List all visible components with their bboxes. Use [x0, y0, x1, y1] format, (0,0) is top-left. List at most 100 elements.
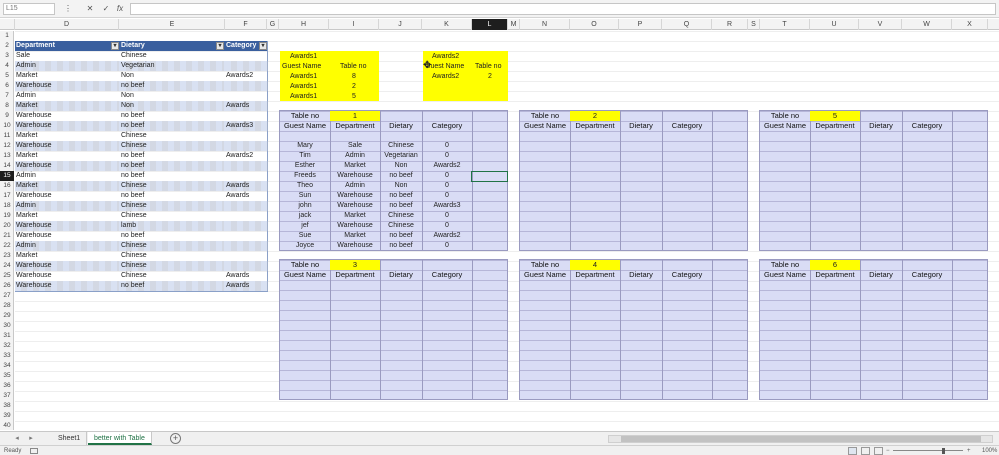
department-cell[interactable]: Warehouse	[15, 261, 119, 271]
row-header-7[interactable]: 7	[0, 91, 14, 101]
table-row[interactable]: Market Chinese	[15, 131, 267, 141]
table-row[interactable]: Market Chinese Awards	[15, 181, 268, 191]
row-header-21[interactable]: 21	[0, 231, 14, 241]
department-cell[interactable]: Sale	[330, 141, 380, 151]
guest-row[interactable]: Joyce Warehouse no beef 0	[280, 241, 472, 251]
department-cell[interactable]: Warehouse	[330, 191, 380, 201]
category-cell[interactable]: 0	[422, 241, 472, 251]
dietary-cell[interactable]: Chinese	[120, 251, 224, 261]
table-row[interactable]: Market Non Awards	[15, 101, 268, 111]
column-header-x[interactable]: X	[952, 19, 988, 30]
table-number[interactable]: 6	[810, 260, 860, 270]
column-header-g[interactable]: G	[267, 19, 279, 30]
column-header-j[interactable]: J	[379, 19, 422, 30]
table-row[interactable]: Warehouse no beef	[15, 231, 267, 241]
guest-row[interactable]: Freeds Warehouse no beef 0	[280, 171, 472, 181]
next-sheet-icon[interactable]: ▸	[26, 433, 36, 445]
scrollbar-thumb[interactable]	[621, 436, 981, 442]
filter-dropdown-icon[interactable]: ▾	[259, 42, 267, 50]
category-cell[interactable]: 0	[422, 181, 472, 191]
row-header-6[interactable]: 6	[0, 81, 14, 91]
category-cell[interactable]: 0	[422, 151, 472, 161]
table-row[interactable]: Warehouse lamb	[15, 221, 268, 231]
row-header-38[interactable]: 38	[0, 401, 14, 411]
column-header-t[interactable]: T	[760, 19, 810, 30]
department-cell[interactable]: Market	[15, 151, 119, 161]
table-row[interactable]: Admin Chinese	[15, 241, 268, 251]
insert-function-button[interactable]: fx	[114, 3, 126, 15]
table-row[interactable]: Admin Non	[15, 91, 267, 101]
macro-record-icon[interactable]	[30, 448, 38, 454]
department-cell[interactable]: Warehouse	[15, 231, 119, 241]
department-cell[interactable]: Warehouse	[330, 171, 380, 181]
zoom-out-icon[interactable]: −	[886, 446, 890, 455]
page-break-view-icon[interactable]	[874, 447, 883, 455]
department-cell[interactable]: Market	[15, 101, 119, 111]
column-header-f[interactable]: F	[225, 19, 267, 30]
guest-name-cell[interactable]: jef	[280, 221, 330, 231]
table-row[interactable]: Warehouse no beef	[15, 81, 268, 91]
department-cell[interactable]: Warehouse	[15, 281, 119, 291]
department-cell[interactable]: Market	[330, 161, 380, 171]
table-row[interactable]: Sale Chinese	[15, 51, 267, 61]
department-cell[interactable]: Warehouse	[15, 271, 119, 281]
row-header-24[interactable]: 24	[0, 261, 14, 271]
dietary-cell[interactable]: Chinese	[120, 201, 224, 211]
department-cell[interactable]: Warehouse	[15, 191, 119, 201]
row-header-40[interactable]: 40	[0, 421, 14, 431]
row-header-16[interactable]: 16	[0, 181, 14, 191]
guest-row[interactable]: Mary Sale Chinese 0	[280, 141, 472, 151]
column-header-h[interactable]: H	[279, 19, 329, 30]
category-cell[interactable]	[225, 61, 268, 71]
row-header-37[interactable]: 37	[0, 391, 14, 401]
category-cell[interactable]: 0	[422, 191, 472, 201]
tab-sheet1[interactable]: Sheet1	[52, 432, 88, 445]
dietary-cell[interactable]: no beef	[120, 81, 224, 91]
category-cell[interactable]: Awards	[225, 271, 268, 281]
column-header-m[interactable]: M	[508, 19, 520, 30]
dietary-cell[interactable]: Chinese	[120, 131, 224, 141]
category-cell[interactable]: Awards	[225, 191, 268, 201]
row-header-25[interactable]: 25	[0, 271, 14, 281]
name-box[interactable]: L15	[3, 3, 55, 15]
table-number[interactable]: 4	[570, 260, 620, 270]
dietary-cell[interactable]: Chinese	[120, 181, 224, 191]
category-cell[interactable]: Awards2	[225, 71, 268, 81]
guest-row[interactable]: Esther Market Non Awards2	[280, 161, 472, 171]
dietary-cell[interactable]: no beef	[120, 231, 224, 241]
row-header-10[interactable]: 10	[0, 121, 14, 131]
category-cell[interactable]: Awards3	[225, 121, 268, 131]
column-header-e[interactable]: E	[120, 19, 225, 30]
department-cell[interactable]: Admin	[15, 241, 119, 251]
select-all-corner[interactable]	[0, 19, 15, 30]
row-header-15[interactable]: 15	[0, 171, 14, 181]
dietary-cell[interactable]: Chinese	[380, 211, 422, 221]
category-cell[interactable]	[225, 261, 268, 271]
guest-name-cell[interactable]: Tim	[280, 151, 330, 161]
department-cell[interactable]: Market	[15, 71, 119, 81]
dietary-cell[interactable]: no beef	[120, 151, 224, 161]
table-row[interactable]: Warehouse no beef Awards	[15, 191, 267, 201]
table-number[interactable]: 1	[330, 111, 380, 121]
column-header-u[interactable]: U	[810, 19, 859, 30]
row-header-14[interactable]: 14	[0, 161, 14, 171]
table-row[interactable]: Market Chinese	[15, 211, 267, 221]
department-cell[interactable]: Warehouse	[330, 241, 380, 251]
department-cell[interactable]: Market	[15, 181, 119, 191]
department-cell[interactable]: Admin	[15, 171, 119, 181]
table-number[interactable]: 2	[570, 111, 620, 121]
department-cell[interactable]: Admin	[15, 201, 119, 211]
dietary-cell[interactable]: Chinese	[380, 221, 422, 231]
guest-row[interactable]: Sue Market no beef Awards2	[280, 231, 472, 241]
dietary-cell[interactable]: Non	[380, 181, 422, 191]
department-cell[interactable]: Market	[330, 231, 380, 241]
column-header-v[interactable]: V	[859, 19, 902, 30]
category-cell[interactable]	[225, 211, 268, 221]
row-header-29[interactable]: 29	[0, 311, 14, 321]
zoom-in-icon[interactable]: +	[967, 446, 971, 455]
category-cell[interactable]: Awards	[225, 281, 268, 291]
column-header-o[interactable]: O	[570, 19, 619, 30]
dietary-cell[interactable]: Vegetarian	[120, 61, 224, 71]
prev-sheet-icon[interactable]: ◂	[12, 433, 22, 445]
table-row[interactable]: Admin Chinese	[15, 201, 268, 211]
